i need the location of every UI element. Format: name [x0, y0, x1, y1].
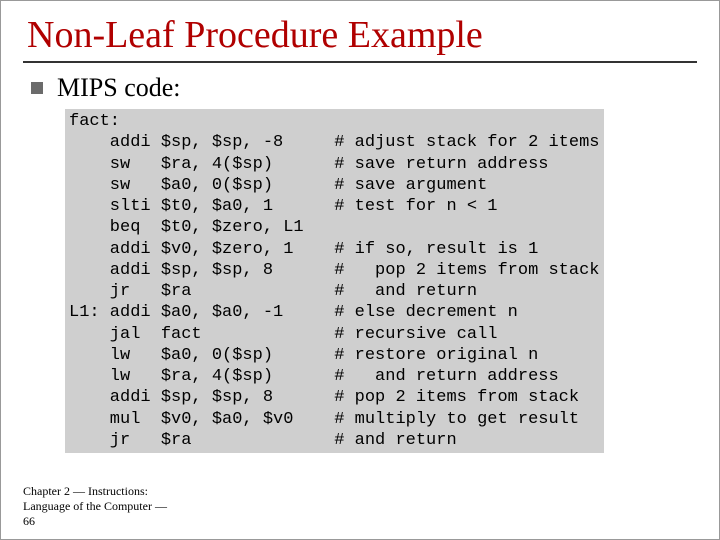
- slide-footer: Chapter 2 — Instructions: Language of th…: [23, 484, 167, 529]
- subheading: MIPS code:: [57, 73, 181, 103]
- bullet-row: MIPS code:: [31, 73, 697, 103]
- mips-code-block: fact: addi $sp, $sp, -8 # adjust stack f…: [65, 109, 604, 453]
- slide: Non-Leaf Procedure Example MIPS code: fa…: [0, 0, 720, 540]
- title-rule: [23, 61, 697, 63]
- page-title: Non-Leaf Procedure Example: [27, 13, 697, 57]
- square-bullet-icon: [31, 82, 43, 94]
